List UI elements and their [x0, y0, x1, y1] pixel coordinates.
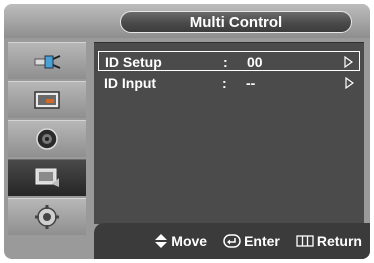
- plug-icon: [34, 55, 61, 69]
- option-separator: :: [223, 54, 228, 70]
- sidebar-item-setup[interactable]: [8, 159, 86, 196]
- category-sidebar: [4, 38, 90, 237]
- option-row-id-setup[interactable]: ID Setup : 00: [98, 51, 360, 71]
- sidebar-item-input[interactable]: [8, 42, 86, 79]
- option-label: ID Input: [104, 75, 157, 91]
- option-separator: :: [222, 75, 227, 91]
- move-label: Move: [171, 233, 208, 249]
- option-label: ID Setup: [105, 54, 162, 70]
- option-row-id-input[interactable]: ID Input : --: [98, 73, 360, 93]
- sidebar-item-sound[interactable]: [8, 120, 86, 157]
- screen-icon: [35, 168, 59, 187]
- up-down-arrow-icon: [155, 234, 168, 248]
- enter-icon: [223, 234, 241, 248]
- enter-hint: Enter: [223, 233, 280, 249]
- header-band: Multi Control: [4, 4, 370, 38]
- return-hint: Return: [296, 233, 362, 249]
- return-icon: [296, 235, 314, 247]
- option-value: --: [246, 75, 256, 91]
- enter-label: Enter: [244, 233, 280, 249]
- button-guide-bar: Move Enter Return: [94, 223, 370, 259]
- osd-menu: Multi Control ID Setup: 00 ID Input: -…: [4, 4, 370, 259]
- chevron-right-icon: [345, 77, 354, 89]
- picture-icon: [34, 91, 60, 109]
- move-hint: Move: [154, 233, 207, 249]
- option-value: 00: [247, 54, 263, 70]
- gear-icon: [35, 205, 59, 229]
- speaker-icon: [36, 128, 58, 150]
- sidebar-item-picture[interactable]: [8, 81, 86, 118]
- menu-title: Multi Control: [120, 11, 352, 33]
- chevron-right-icon: [344, 56, 353, 68]
- options-panel: ID Setup : 00 ID Input : --: [94, 42, 364, 224]
- return-label: Return: [316, 233, 362, 249]
- sidebar-item-settings[interactable]: [8, 198, 86, 235]
